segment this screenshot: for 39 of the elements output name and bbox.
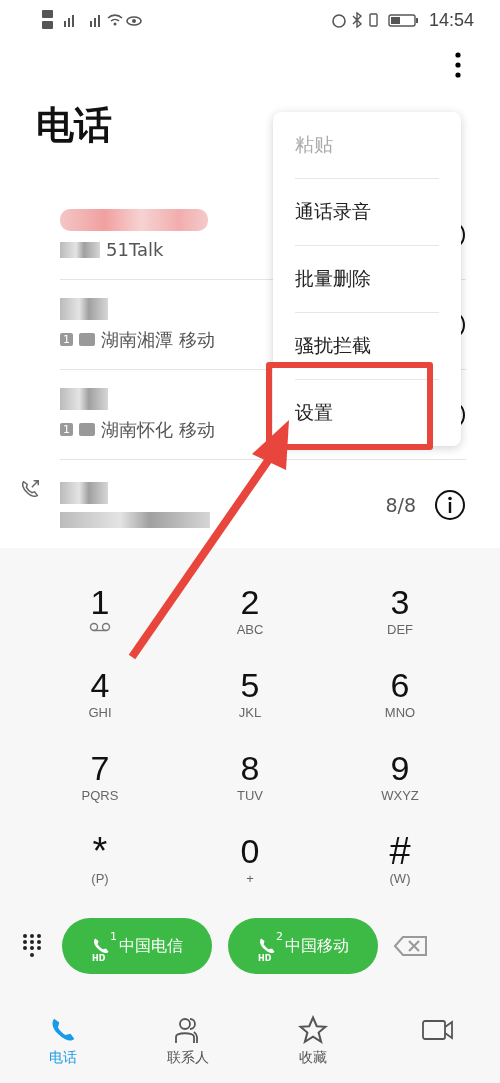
- call-count: 8/8: [385, 493, 416, 516]
- phone-icon: [91, 936, 111, 956]
- menu-item[interactable]: 通话录音: [295, 178, 439, 245]
- blurred-name: [60, 387, 108, 410]
- dial-key[interactable]: 4 GHI: [25, 651, 175, 734]
- hd-icon: [79, 333, 95, 346]
- voicemail-icon: [89, 622, 111, 632]
- menu-item[interactable]: 批量删除: [295, 245, 439, 312]
- call-detail: 湖南怀化 移动: [101, 417, 215, 442]
- dial-key[interactable]: # (W): [325, 817, 475, 900]
- dial-key[interactable]: 6 MNO: [325, 651, 475, 734]
- dial-key[interactable]: 2 ABC: [175, 568, 325, 651]
- nav-tab[interactable]: 收藏: [272, 1014, 353, 1068]
- call-detail: 湖南湘潭 移动: [101, 327, 215, 352]
- dial-key[interactable]: * (P): [25, 817, 175, 900]
- dial-key[interactable]: 3 DEF: [325, 568, 475, 651]
- menu-item[interactable]: 设置: [295, 379, 439, 446]
- phone-icon: [257, 936, 277, 956]
- call-detail: 51Talk: [106, 239, 164, 260]
- page-title: 电话: [36, 102, 112, 149]
- dial-key[interactable]: 5 JKL: [175, 651, 325, 734]
- blurred-prefix: [60, 241, 100, 258]
- star-icon: [297, 1015, 328, 1045]
- info-icon[interactable]: [434, 488, 466, 521]
- hd-icon: [79, 423, 95, 436]
- nav-tab[interactable]: 联系人: [147, 1014, 228, 1068]
- sim-badge: 1: [60, 423, 73, 436]
- backspace-icon[interactable]: [394, 936, 428, 956]
- blurred-name: [60, 297, 108, 320]
- sim-badge: 1: [60, 333, 73, 346]
- dial-key[interactable]: 0 +: [175, 817, 325, 900]
- dial-key[interactable]: 1: [25, 568, 175, 651]
- dial-key[interactable]: 7 PQRS: [25, 734, 175, 817]
- dial-key[interactable]: 8 TUV: [175, 734, 325, 817]
- blurred-name: [60, 481, 108, 504]
- dial-key[interactable]: 9 WXYZ: [325, 734, 475, 817]
- menu-item[interactable]: 骚扰拦截: [295, 312, 439, 379]
- status-time: 14:54: [428, 9, 474, 31]
- more-icon[interactable]: [454, 52, 462, 78]
